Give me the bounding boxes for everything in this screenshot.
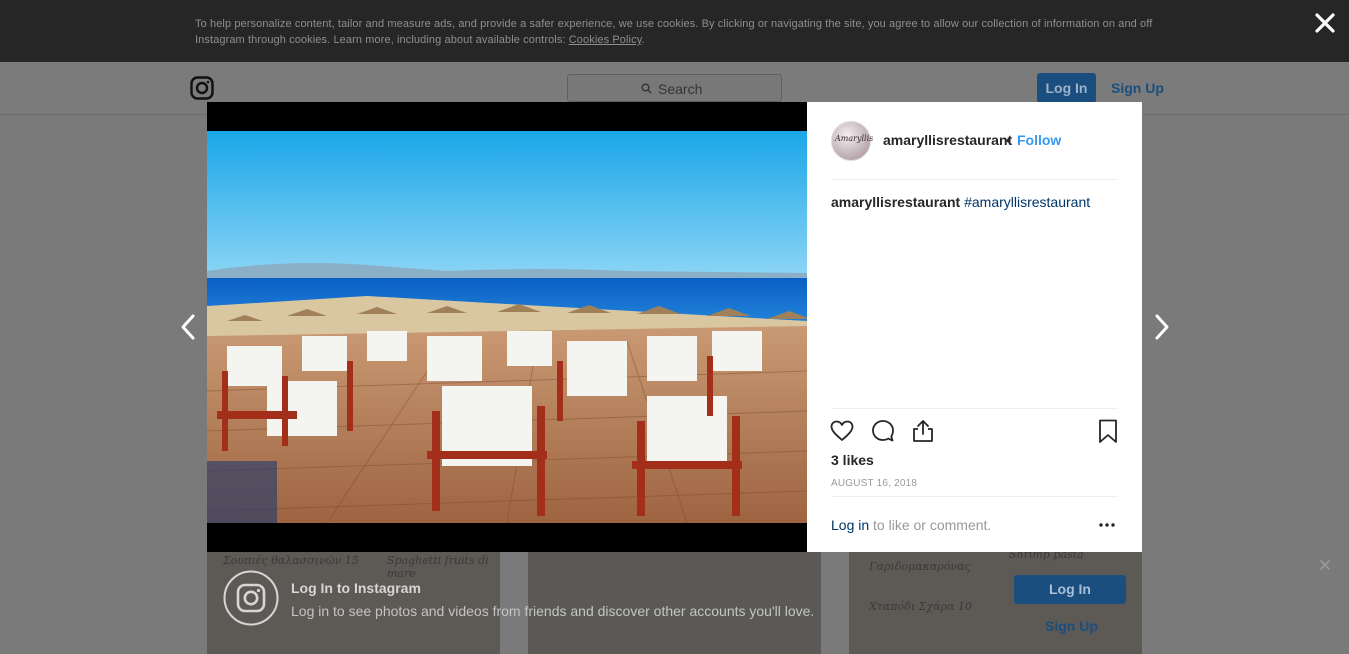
cookie-message: To help personalize content, tailor and … [195, 18, 1153, 46]
beach-restaurant-photo [207, 131, 807, 523]
login-strip-login-button[interactable]: Log In [1014, 575, 1126, 604]
avatar[interactable]: Amaryllis [831, 121, 874, 161]
like-heart-icon[interactable] [829, 418, 855, 444]
cookie-text: To help personalize content, tailor and … [195, 16, 1165, 48]
post-caption: amaryllisrestaurant #amaryllisrestaurant [831, 194, 1090, 210]
close-icon[interactable] [1318, 558, 1332, 572]
login-to-comment: Log in to like or comment. [831, 517, 991, 533]
caption-hashtag[interactable]: #amaryllisrestaurant [964, 194, 1090, 210]
instagram-logo-icon[interactable] [190, 76, 214, 100]
search-input[interactable]: Search [567, 74, 782, 102]
more-options-icon[interactable] [1098, 516, 1116, 534]
bookmark-save-icon[interactable] [1095, 418, 1121, 444]
cookies-policy-link[interactable]: Cookies Policy [569, 34, 642, 46]
login-strip-subtitle: Log in to see photos and videos from fri… [291, 603, 815, 619]
search-icon [641, 83, 652, 94]
separator-dot: • [1006, 132, 1011, 148]
post-details-panel: Amaryllis amaryllisrestaurant • Follow a… [807, 102, 1142, 552]
likes-count[interactable]: 3 likes [831, 452, 874, 468]
share-upload-icon[interactable] [910, 418, 936, 444]
signup-link[interactable]: Sign Up [1111, 80, 1164, 96]
post-date: AUGUST 16, 2018 [831, 478, 918, 489]
previous-post-arrow-icon[interactable] [178, 312, 198, 342]
instagram-logo-icon [223, 570, 279, 626]
divider [831, 179, 1118, 180]
cookie-banner: To help personalize content, tailor and … [0, 0, 1349, 62]
cookie-tail: . [641, 34, 645, 46]
comment-bubble-icon[interactable] [870, 418, 896, 444]
avatar-logo-text: Amaryllis [835, 134, 874, 143]
username-link[interactable]: amaryllisrestaurant [883, 132, 1012, 148]
divider [831, 408, 1118, 409]
next-post-arrow-icon[interactable] [1152, 312, 1172, 342]
login-strip-title: Log In to Instagram [291, 580, 421, 596]
close-icon[interactable] [1312, 10, 1338, 36]
login-prompt-text: to like or comment. [869, 517, 992, 533]
divider [831, 496, 1118, 497]
search-placeholder: Search [658, 81, 703, 97]
login-strip-signup-link[interactable]: Sign Up [1045, 618, 1098, 634]
follow-button[interactable]: Follow [1017, 132, 1061, 148]
login-link[interactable]: Log in [831, 517, 869, 533]
post-media[interactable] [207, 102, 807, 552]
login-button[interactable]: Log In [1037, 73, 1096, 103]
caption-username[interactable]: amaryllisrestaurant [831, 194, 960, 210]
